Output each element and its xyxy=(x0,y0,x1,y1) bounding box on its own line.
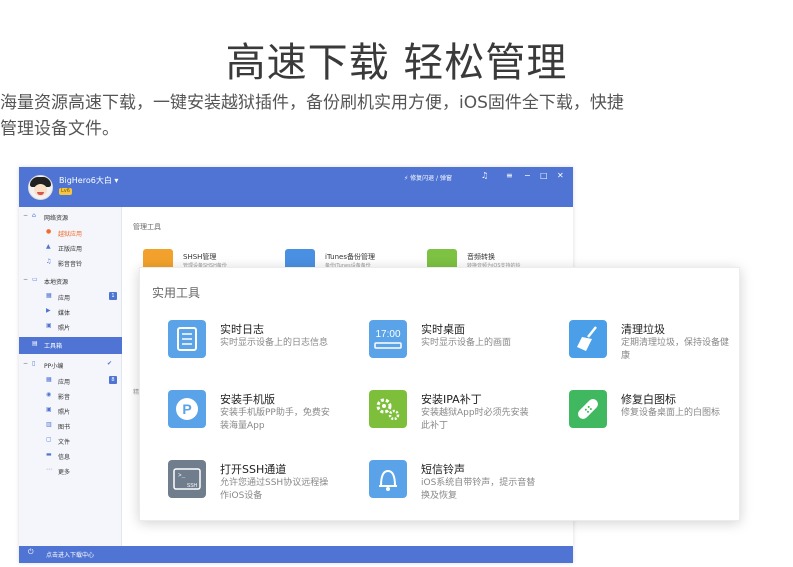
sidebar-item-device-apps[interactable]: ▦ 应用 8 xyxy=(19,373,122,388)
apps-icon: ▦ xyxy=(46,292,52,299)
subline-line-1: 海量资源高速下载，一键安装越狱插件，备份刷机实用方便，iOS固件全下载，快捷 xyxy=(0,93,624,113)
collapse-icon: − xyxy=(23,360,29,367)
tool-fix-white-icon[interactable]: 修复白图标 修复设备桌面上的白图标 xyxy=(569,390,759,430)
broom-icon xyxy=(569,320,607,358)
title-bar: BigHero6大白 ▾ Lv6 ⚡ 修复闪退 / 弹窗 ♫ ≡ − □ ✕ xyxy=(19,167,573,207)
jailbreak-icon: ● xyxy=(46,228,52,235)
close-icon[interactable]: ✕ xyxy=(557,171,564,180)
bell-icon xyxy=(369,460,407,498)
collapse-icon: − xyxy=(23,212,29,219)
section-title: 管理工具 xyxy=(133,223,161,231)
tool-clean-junk[interactable]: 清理垃圾 定期清理垃圾，保持设备健康 xyxy=(569,320,759,361)
subline-line-2: 管理设备文件。 xyxy=(0,119,119,139)
video-icon: ◉ xyxy=(46,391,52,398)
power-icon: ⏻ xyxy=(28,548,34,556)
gear-icon xyxy=(369,390,407,428)
tool-install-mobile[interactable]: P 安装手机版 安装手机版PP助手，免费安装海量App xyxy=(168,390,358,431)
sidebar-item-local-apps[interactable]: ▦ 应用 1 xyxy=(19,289,122,304)
avatar[interactable] xyxy=(28,175,53,200)
sidebar-item-device-messages[interactable]: ▬ 信息 xyxy=(19,448,122,463)
photo-icon: ▣ xyxy=(46,406,52,413)
subline: 海量资源高速下载，一键安装越狱插件，备份刷机实用方便，iOS固件全下载，快捷 管… xyxy=(0,90,793,142)
collapse-icon: − xyxy=(23,276,29,283)
sidebar-item-device-books[interactable]: ▥ 图书 xyxy=(19,418,122,433)
pp-logo-glyph: P xyxy=(182,401,191,417)
tool-sms-ringtone[interactable]: 短信铃声 iOS系统自带铃声，提示音替换及恢复 xyxy=(369,460,559,501)
bandage-icon xyxy=(569,390,607,428)
sidebar-item-device-files[interactable]: ▢ 文件 xyxy=(19,433,122,448)
sidebar-item-device-video[interactable]: ◉ 影音 xyxy=(19,388,122,403)
minimize-icon[interactable]: − xyxy=(524,171,531,180)
app-store-icon: ▲ xyxy=(46,243,51,250)
sidebar-item-device-more[interactable]: ⋯ 更多 xyxy=(19,463,122,478)
media-icon: ▶ xyxy=(46,307,51,314)
desktop-icon: 17:00 xyxy=(369,320,407,358)
sidebar-item-ringtones[interactable]: ♫ 影音音铃 xyxy=(19,255,122,270)
sidebar-item-local-media[interactable]: ▶ 媒体 xyxy=(19,304,122,319)
tool-realtime-desktop[interactable]: 17:00 实时桌面 实时显示设备上的画面 xyxy=(369,320,559,360)
message-icon: ▬ xyxy=(46,451,52,458)
tool-realtime-log[interactable]: 实时日志 实时显示设备上的日志信息 xyxy=(168,320,358,360)
level-badge: Lv6 xyxy=(59,188,72,195)
repair-crash-link[interactable]: ⚡ 修复闪退 / 弹窗 xyxy=(404,173,452,182)
svg-text:>_: >_ xyxy=(178,472,186,479)
monitor-icon: ▭ xyxy=(32,276,38,283)
desktop-clock-glyph: 17:00 xyxy=(375,329,400,340)
pp-icon: P xyxy=(168,390,206,428)
headline: 高速下载 轻松管理 xyxy=(225,40,568,86)
sidebar-group-network[interactable]: − ⌂ 网络资源 xyxy=(19,209,122,224)
username[interactable]: BigHero6大白 ▾ xyxy=(59,175,118,186)
phone-icon: ▯ xyxy=(32,360,36,367)
panel-title: 实用工具 xyxy=(152,286,201,300)
home-icon: ⌂ xyxy=(32,212,36,219)
log-icon xyxy=(168,320,206,358)
sidebar-group-local[interactable]: − ▭ 本地资源 xyxy=(19,273,122,288)
sidebar-group-device[interactable]: − ▯ PP小编 ✔ xyxy=(19,357,122,372)
count-badge: 8 xyxy=(109,376,117,384)
toolbox-icon: ▤ xyxy=(32,340,38,347)
download-center-bar[interactable]: ⏻ 点击进入下载中心 xyxy=(19,546,573,563)
tool-install-ipa-patch[interactable]: 安装IPA补丁 安装越狱App时必须先安装此补丁 xyxy=(369,390,559,431)
file-icon: ▢ xyxy=(46,436,52,443)
tool-open-ssh[interactable]: >_ SSH 打开SSH通道 允许您通过SSH协议远程操作iOS设备 xyxy=(168,460,358,501)
menu-icon[interactable]: ≡ xyxy=(506,171,513,180)
apps-icon: ▦ xyxy=(46,376,52,383)
sidebar: − ⌂ 网络资源 ● 越狱应用 ▲ 正版应用 ♫ 影音音铃 − ▭ 本地资源 ▦… xyxy=(19,207,122,546)
maximize-icon[interactable]: □ xyxy=(540,171,548,180)
ssh-icon: >_ SSH xyxy=(168,460,206,498)
utility-tools-panel: 实用工具 实时日志 实时显示设备上的日志信息 17:00 实时桌面 实时显示设备… xyxy=(139,267,740,521)
sidebar-item-device-photos[interactable]: ▣ 照片 xyxy=(19,403,122,418)
photo-icon: ▣ xyxy=(46,322,52,329)
music-icon: ♫ xyxy=(46,258,52,265)
more-icon: ⋯ xyxy=(46,466,52,473)
ssh-label-glyph: SSH xyxy=(187,483,198,489)
music-icon[interactable]: ♫ xyxy=(481,171,488,180)
sidebar-item-local-photos[interactable]: ▣ 照片 xyxy=(19,319,122,334)
sidebar-item-official-apps[interactable]: ▲ 正版应用 xyxy=(19,240,122,255)
book-icon: ▥ xyxy=(46,421,52,428)
count-badge: 1 xyxy=(109,292,117,300)
sidebar-item-toolbox[interactable]: ▤ 工具箱 xyxy=(19,337,122,354)
sidebar-item-jailbreak-apps[interactable]: ● 越狱应用 xyxy=(19,225,122,240)
check-circle-icon: ✔ xyxy=(107,360,113,367)
